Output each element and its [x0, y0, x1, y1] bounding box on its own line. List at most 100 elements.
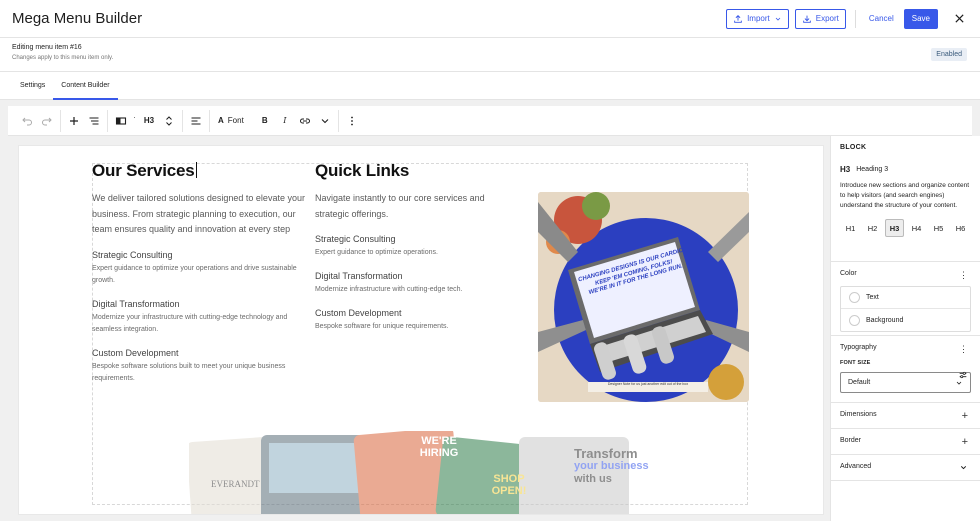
- collage-image[interactable]: CHANGING DESIGNS IS OUR CARDIO. KEEP 'EM…: [538, 192, 749, 402]
- heading-block-icon: H3: [840, 165, 851, 174]
- status-badge: Enabled: [931, 48, 967, 61]
- level-h2[interactable]: H2: [863, 219, 882, 237]
- format-group: A Font B I: [210, 109, 339, 132]
- move-updown-button[interactable]: [160, 111, 178, 131]
- background-color-row[interactable]: Background: [841, 309, 970, 331]
- cards-image[interactable]: EVERANDT WE'RE HIRING SHOP OPEN! Transfo…: [186, 427, 659, 514]
- advanced-panel-title: Advanced: [840, 463, 872, 470]
- background-color-swatch: [849, 314, 860, 326]
- drag-handle[interactable]: ˙: [132, 111, 138, 131]
- collage-caption: Designer Note for us just another edit o…: [607, 382, 689, 386]
- editing-note: Changes apply to this menu item only.: [12, 55, 114, 61]
- card-transform-line-3: with us: [574, 473, 612, 485]
- link-desc: Bespoke software for unique requirements…: [315, 323, 449, 330]
- history-group: [14, 109, 61, 132]
- dimensions-panel[interactable]: Dimensions +: [831, 403, 980, 429]
- level-h4[interactable]: H4: [907, 219, 926, 237]
- advanced-panel[interactable]: Advanced: [831, 455, 980, 481]
- card-transform-line-2: your business: [574, 460, 649, 472]
- service-desc: Modernize your infrastructure with cutti…: [92, 313, 288, 333]
- bold-button[interactable]: B: [256, 111, 274, 131]
- services-column: Our Services We deliver tailored solutio…: [92, 161, 307, 385]
- save-button[interactable]: Save: [903, 8, 938, 29]
- app-title: Mega Menu Builder: [12, 10, 143, 27]
- text-color-row[interactable]: Text: [841, 287, 970, 309]
- font-button[interactable]: A Font: [214, 111, 248, 131]
- align-group: [183, 109, 210, 132]
- upload-icon: [734, 14, 742, 23]
- header-actions: Import Export Cancel Save: [726, 8, 968, 29]
- import-button[interactable]: Import: [726, 8, 789, 29]
- block-options-button[interactable]: [343, 111, 361, 131]
- level-h5[interactable]: H5: [929, 219, 948, 237]
- list-view-button[interactable]: [85, 111, 103, 131]
- link-desc: Modernize infrastructure with cutting-ed…: [315, 286, 463, 293]
- quick-links-intro[interactable]: Navigate instantly to our core services …: [315, 191, 505, 222]
- link-icon: [299, 118, 310, 123]
- font-size-label: FONT SIZE: [840, 360, 871, 366]
- top-bar: Mega Menu Builder Import Export Cancel S…: [0, 0, 980, 38]
- download-icon: [802, 15, 811, 23]
- link-desc: Expert guidance to optimize operations.: [315, 249, 438, 256]
- list-view-icon: [89, 116, 99, 125]
- block-switcher-button[interactable]: [112, 111, 130, 131]
- level-h3[interactable]: H3: [885, 219, 904, 237]
- chevron-down-icon: [321, 118, 329, 123]
- add-block-button[interactable]: [65, 111, 83, 131]
- border-panel[interactable]: Border +: [831, 429, 980, 455]
- heading-level-button[interactable]: H3: [140, 111, 158, 131]
- list-item: Custom Development Bespoke software solu…: [92, 348, 307, 385]
- font-size-value: Default: [848, 379, 871, 386]
- link-title[interactable]: Digital Transformation: [315, 271, 505, 281]
- close-button[interactable]: [950, 10, 968, 28]
- undo-button[interactable]: [18, 111, 36, 131]
- quick-links-heading[interactable]: Quick Links: [315, 161, 505, 181]
- link-button[interactable]: [296, 111, 314, 131]
- typography-panel-title[interactable]: Typography: [840, 344, 971, 351]
- service-title[interactable]: Digital Transformation: [92, 299, 307, 309]
- color-options-button[interactable]: ⋮: [959, 270, 968, 281]
- settings-sidebar: BLOCK H3 Heading 3 Introduce new section…: [830, 136, 980, 521]
- cancel-button[interactable]: Cancel: [865, 14, 898, 23]
- italic-button[interactable]: I: [276, 111, 294, 131]
- color-panel: Color ⋮ Text Background: [831, 262, 980, 336]
- service-desc: Bespoke software solutions built to meet…: [92, 362, 286, 382]
- service-desc: Expert guidance to optimize your operati…: [92, 264, 297, 284]
- service-title[interactable]: Strategic Consulting: [92, 250, 307, 260]
- typography-panel: Typography ⋮ FONT SIZE Default: [831, 336, 980, 403]
- align-left-icon: [191, 116, 201, 125]
- level-h6[interactable]: H6: [951, 219, 970, 237]
- services-intro[interactable]: We deliver tailored solutions designed t…: [92, 191, 307, 238]
- export-button[interactable]: Export: [794, 8, 846, 29]
- dimensions-panel-title: Dimensions: [840, 411, 877, 418]
- block-card: H3 Heading 3: [840, 165, 971, 174]
- font-size-select[interactable]: Default: [840, 372, 971, 393]
- font-glyph-icon: A: [218, 116, 224, 125]
- services-heading[interactable]: Our Services: [92, 161, 307, 181]
- add-border-icon[interactable]: +: [962, 436, 968, 448]
- tab-content-builder[interactable]: Content Builder: [53, 72, 118, 100]
- import-label: Import: [747, 14, 770, 23]
- tab-settings[interactable]: Settings: [12, 72, 53, 99]
- undo-icon: [22, 117, 32, 125]
- plus-icon: [70, 116, 78, 125]
- color-panel-title[interactable]: Color: [840, 270, 971, 277]
- add-dimensions-icon[interactable]: +: [962, 410, 968, 422]
- align-button[interactable]: [187, 111, 205, 131]
- block-toolbar: ˙ H3 A Font B I: [8, 106, 972, 136]
- redo-button[interactable]: [38, 111, 56, 131]
- service-title[interactable]: Custom Development: [92, 348, 307, 358]
- services-heading-text: Our Services: [92, 161, 195, 180]
- level-h1[interactable]: H1: [841, 219, 860, 237]
- link-title[interactable]: Custom Development: [315, 308, 505, 318]
- chevron-updown-icon: [166, 115, 172, 126]
- block-panel-title: BLOCK: [840, 144, 867, 151]
- typography-options-button[interactable]: ⋮: [959, 344, 968, 355]
- link-title[interactable]: Strategic Consulting: [315, 234, 505, 244]
- tab-bar: Settings Content Builder: [0, 72, 980, 100]
- font-size-settings-icon[interactable]: [958, 370, 968, 380]
- options-group: [339, 110, 365, 132]
- more-formats-button[interactable]: [316, 111, 334, 131]
- chevron-down-icon: [960, 466, 967, 470]
- text-color-swatch: [849, 292, 860, 303]
